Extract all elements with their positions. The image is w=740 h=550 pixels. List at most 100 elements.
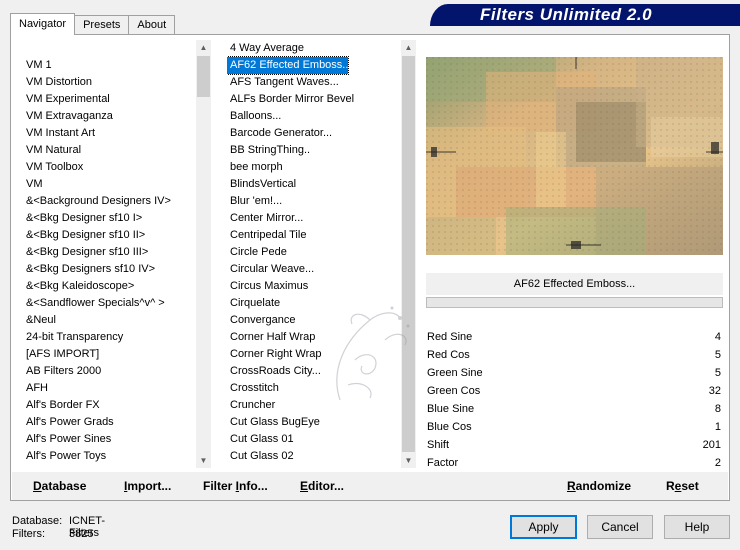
filter-item[interactable]: BB StringThing..	[227, 142, 401, 159]
filter-item[interactable]: Balloons...	[227, 108, 401, 125]
tab-presets[interactable]: Presets	[74, 15, 130, 35]
parameter-value[interactable]: 32	[709, 382, 721, 400]
status-filters: Filters: 3825	[12, 528, 93, 540]
parameter-row[interactable]: Red Cos 5	[426, 346, 723, 364]
filter-item[interactable]: Center Mirror...	[227, 210, 401, 227]
parameter-row[interactable]: Shift 201	[426, 436, 723, 454]
category-item[interactable]: &Neul	[23, 312, 212, 329]
filter-info-button[interactable]: Filter Info...	[203, 478, 268, 494]
parameter-list: Red Sine 4 Red Cos 5 Green Sine 5 Green Cos 32 B…	[426, 328, 723, 472]
category-item[interactable]: Alf's Power Sines	[23, 431, 212, 448]
category-item[interactable]: AB Filters 2000	[23, 363, 212, 380]
tab-about[interactable]: About	[128, 15, 176, 35]
filter-item[interactable]: AF62 Effected Emboss...	[227, 56, 351, 75]
filter-item[interactable]: Centripedal Tile	[227, 227, 401, 244]
filter-scrollbar[interactable]: ▲ ▼	[401, 40, 416, 468]
category-item[interactable]: VM	[23, 176, 212, 193]
category-item[interactable]: &<Bkg Designer sf10 III>	[23, 244, 212, 261]
filter-item[interactable]: Cut Glass 03	[227, 465, 401, 468]
filter-item[interactable]: Convergance	[227, 312, 401, 329]
parameter-value[interactable]: 4	[715, 328, 721, 346]
randomize-button[interactable]: Randomize	[567, 478, 631, 494]
status-filters-value: 3825	[69, 528, 94, 540]
filter-item[interactable]: Circus Maximus	[227, 278, 401, 295]
scroll-down-icon[interactable]: ▼	[401, 453, 416, 468]
progress-bar	[426, 297, 723, 308]
cancel-button[interactable]: Cancel	[587, 515, 653, 539]
scroll-thumb[interactable]	[402, 56, 415, 452]
parameter-name: Blue Cos	[427, 421, 472, 433]
import-button[interactable]: Import...	[124, 478, 171, 494]
filter-item[interactable]: ALFs Border Mirror Bevel	[227, 91, 401, 108]
parameter-value[interactable]: 1	[715, 418, 721, 436]
scroll-up-icon[interactable]: ▲	[401, 40, 416, 55]
parameter-row[interactable]: Factor 2	[426, 454, 723, 472]
editor-button[interactable]: Editor...	[300, 478, 344, 494]
filter-item[interactable]: BlindsVertical	[227, 176, 401, 193]
category-item[interactable]: VM Natural	[23, 142, 212, 159]
filter-list[interactable]: 4 Way Average AF62 Effected Emboss... AFS …	[227, 40, 401, 468]
category-item[interactable]: Alf's Scripts	[23, 465, 212, 468]
category-item[interactable]: [AFS IMPORT]	[23, 346, 212, 363]
category-item[interactable]: &<Sandflower Specials^v^ >	[23, 295, 212, 312]
apply-button[interactable]: Apply	[510, 515, 577, 539]
filter-item[interactable]: 4 Way Average	[227, 40, 401, 57]
filter-item[interactable]: Cut Glass BugEye	[227, 414, 401, 431]
category-item[interactable]: VM 1	[23, 57, 212, 74]
filter-item[interactable]: Barcode Generator...	[227, 125, 401, 142]
category-item[interactable]: Alf's Border FX	[23, 397, 212, 414]
filter-item[interactable]: Corner Right Wrap	[227, 346, 401, 363]
filter-item[interactable]: Corner Half Wrap	[227, 329, 401, 346]
parameter-row[interactable]: Blue Cos 1	[426, 418, 723, 436]
reset-button[interactable]: Reset	[666, 478, 699, 494]
parameter-row[interactable]: Blue Sine 8	[426, 400, 723, 418]
help-button[interactable]: Help	[664, 515, 730, 539]
parameter-value[interactable]: 5	[715, 364, 721, 382]
parameter-row[interactable]: Red Sine 4	[426, 328, 723, 346]
parameter-value[interactable]: 5	[715, 346, 721, 364]
filter-preview-image	[426, 57, 723, 255]
parameter-value[interactable]: 201	[703, 436, 721, 454]
category-item[interactable]: &<Bkg Designer sf10 I>	[23, 210, 212, 227]
category-list[interactable]: VM 1 VM Distortion VM Experimental VM Extra…	[16, 40, 212, 468]
category-item[interactable]: 24-bit Transparency	[23, 329, 212, 346]
parameter-row[interactable]: Green Sine 5	[426, 364, 723, 382]
parameter-value[interactable]: 8	[715, 400, 721, 418]
tab-navigator[interactable]: Navigator	[10, 13, 76, 35]
filter-item[interactable]: bee morph	[227, 159, 401, 176]
filter-item[interactable]: CrossRoads City...	[227, 363, 401, 380]
category-item[interactable]: AFH	[23, 380, 212, 397]
category-item[interactable]: &<Bkg Kaleidoscope>	[23, 278, 212, 295]
category-item[interactable]: VM Toolbox	[23, 159, 212, 176]
filter-item[interactable]: Blur 'em!...	[227, 193, 401, 210]
filter-item[interactable]: Circle Pede	[227, 244, 401, 261]
filter-item[interactable]: Crosstitch	[227, 380, 401, 397]
filter-item[interactable]: Circular Weave...	[227, 261, 401, 278]
category-item[interactable]: Alf's Power Grads	[23, 414, 212, 431]
parameter-value[interactable]: 2	[715, 454, 721, 472]
parameter-name: Green Cos	[427, 385, 481, 397]
category-scrollbar[interactable]: ▲ ▼	[196, 40, 211, 468]
category-item[interactable]: VM Extravaganza	[23, 108, 212, 125]
database-button[interactable]: Database	[33, 478, 86, 494]
category-item[interactable]: VM Experimental	[23, 91, 212, 108]
status-filters-label: Filters:	[12, 528, 45, 540]
filter-item[interactable]: Cirquelate	[227, 295, 401, 312]
category-item[interactable]: Alf's Power Toys	[23, 448, 212, 465]
scroll-down-icon[interactable]: ▼	[196, 453, 211, 468]
filter-item[interactable]: Cut Glass 01	[227, 431, 401, 448]
parameter-name: Factor	[427, 457, 459, 469]
category-item[interactable]: &<Bkg Designer sf10 II>	[23, 227, 212, 244]
parameter-row[interactable]: Green Cos 32	[426, 382, 723, 400]
selected-filter-title: AF62 Effected Emboss...	[426, 273, 723, 295]
filter-item[interactable]: Cruncher	[227, 397, 401, 414]
filter-item[interactable]: AFS Tangent Waves...	[227, 74, 401, 91]
category-item[interactable]: VM Instant Art	[23, 125, 212, 142]
filter-item[interactable]: Cut Glass 02	[227, 448, 401, 465]
scroll-thumb[interactable]	[197, 56, 210, 97]
scroll-up-icon[interactable]: ▲	[196, 40, 211, 55]
category-item[interactable]: VM Distortion	[23, 74, 212, 91]
category-item[interactable]: &<Bkg Designers sf10 IV>	[23, 261, 212, 278]
category-item[interactable]: &<Background Designers IV>	[23, 193, 212, 210]
status-database: Database: ICNET-Filters	[12, 515, 105, 539]
